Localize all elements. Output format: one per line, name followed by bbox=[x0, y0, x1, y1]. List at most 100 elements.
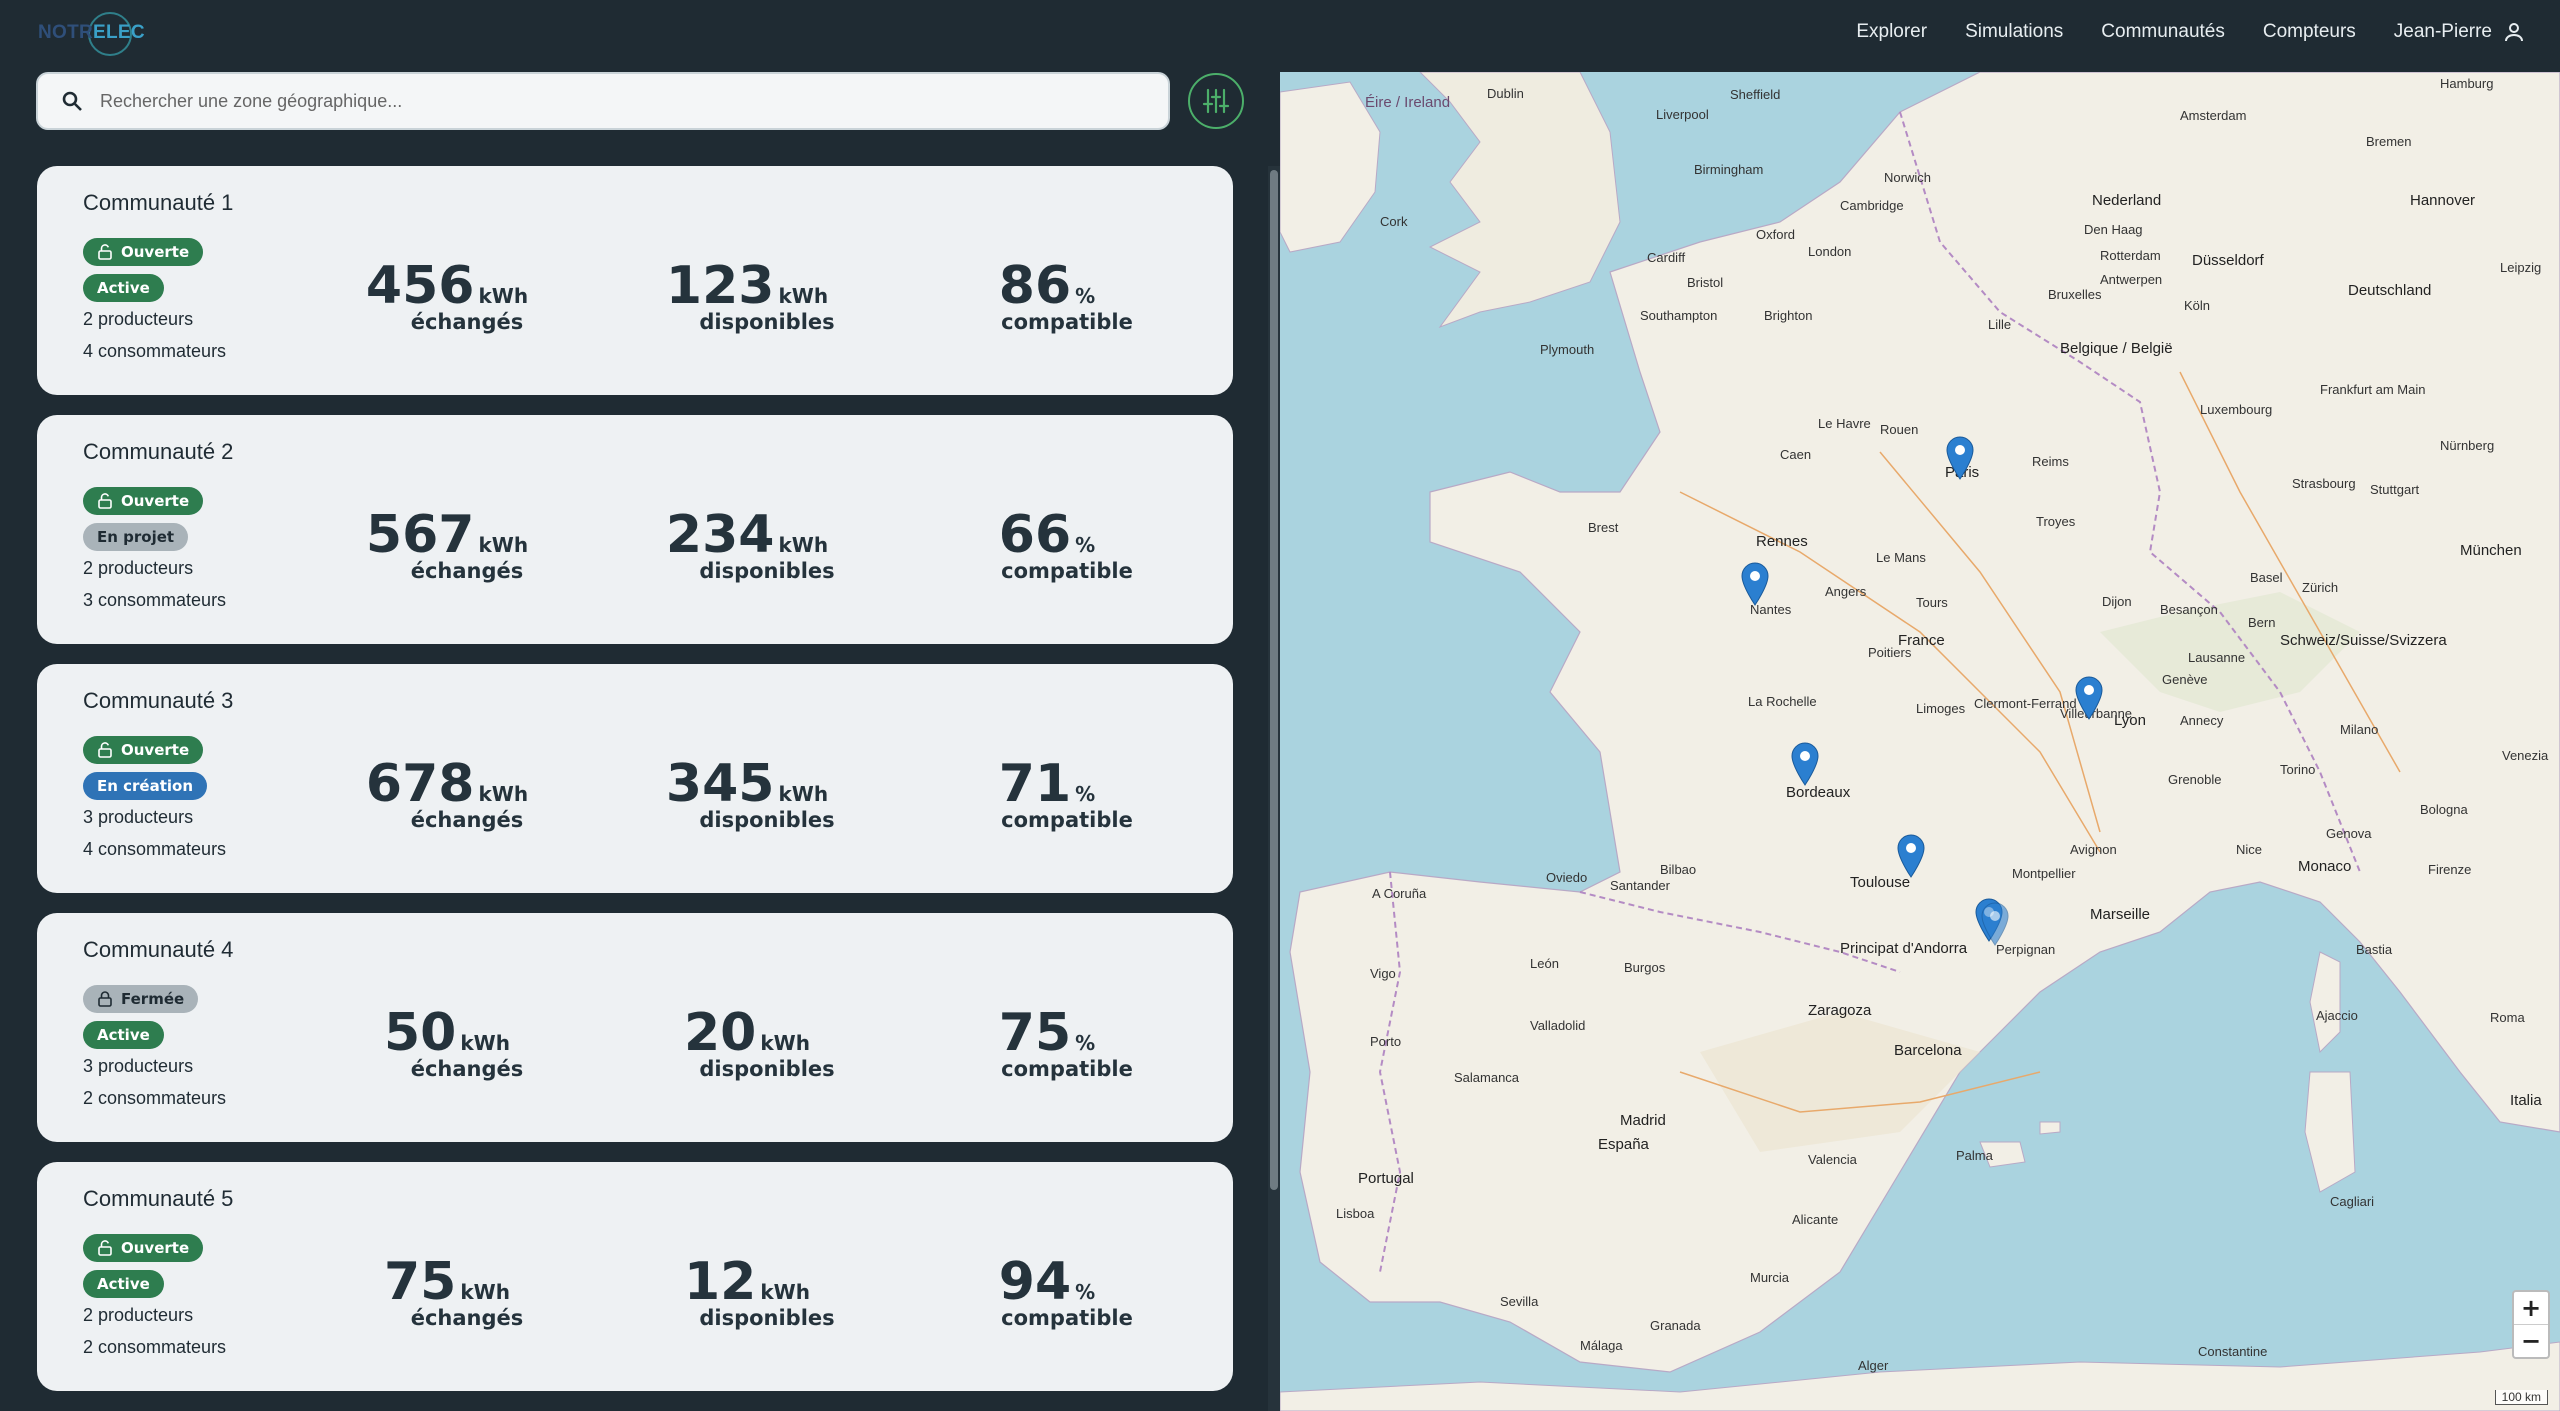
access-label: Fermée bbox=[121, 990, 185, 1008]
label-oviedo: Oviedo bbox=[1546, 870, 1588, 885]
community-card[interactable]: Communauté 3 Ouverte En création 3 produ… bbox=[37, 664, 1233, 893]
map-view[interactable]: Éire / Ireland France España Portugal Ne… bbox=[1280, 72, 2560, 1411]
label-bern: Bern bbox=[2248, 615, 2276, 630]
map-marker-shadow[interactable] bbox=[1980, 902, 2010, 946]
label-hannover: Hannover bbox=[2410, 192, 2476, 209]
user-name: Jean-Pierre bbox=[2393, 21, 2492, 42]
label-monaco: Monaco bbox=[2298, 858, 2352, 875]
label-lisboa: Lisboa bbox=[1336, 1206, 1375, 1221]
nav-communautes[interactable]: Communautés bbox=[2101, 21, 2225, 43]
nav-simulations[interactable]: Simulations bbox=[1965, 21, 2063, 43]
compatible-unit: % bbox=[1075, 1031, 1096, 1055]
logo-text-left: NOTR bbox=[38, 22, 94, 43]
label-nurnberg: Nürnberg bbox=[2440, 438, 2495, 453]
community-title: Communauté 4 bbox=[83, 937, 234, 962]
zoom-in-button[interactable]: + bbox=[2514, 1292, 2548, 1324]
label-bologna: Bologna bbox=[2420, 802, 2468, 817]
label-dijon: Dijon bbox=[2102, 594, 2132, 609]
app-logo[interactable]: NOTRELEC bbox=[38, 10, 145, 60]
label-andorra: Principat d'Andorra bbox=[1840, 940, 1968, 957]
lock-open-icon bbox=[98, 493, 112, 509]
zoom-out-button[interactable]: − bbox=[2514, 1324, 2548, 1357]
label-valladolid: Valladolid bbox=[1530, 1018, 1586, 1033]
label-alicante: Alicante bbox=[1792, 1212, 1839, 1227]
label-cork: Cork bbox=[1380, 214, 1408, 229]
label-munchen: München bbox=[2460, 542, 2522, 559]
label-bastia: Bastia bbox=[2356, 942, 2393, 957]
compatible-label: compatible bbox=[1001, 1306, 1133, 1330]
label-burgos: Burgos bbox=[1624, 960, 1666, 975]
compatible-unit: % bbox=[1075, 533, 1096, 557]
access-label: Ouverte bbox=[121, 243, 190, 261]
producers-count: 2 producteurs bbox=[83, 558, 194, 578]
community-card[interactable]: Communauté 5 Ouverte Active 2 producteur… bbox=[37, 1162, 1233, 1391]
exchanged-unit: kWh bbox=[478, 782, 529, 806]
available-label: disponibles bbox=[699, 1057, 835, 1081]
logo-text-right: ELEC bbox=[93, 22, 145, 43]
nav-compteurs[interactable]: Compteurs bbox=[2263, 21, 2356, 43]
metric-available: 123 kWh disponibles bbox=[637, 258, 857, 334]
exchanged-unit: kWh bbox=[460, 1031, 510, 1055]
available-unit: kWh bbox=[760, 1280, 810, 1304]
community-card[interactable]: Communauté 2 Ouverte En projet 2 product… bbox=[37, 415, 1233, 644]
available-label: disponibles bbox=[699, 1306, 835, 1330]
search-input[interactable] bbox=[98, 89, 1102, 113]
filter-button[interactable] bbox=[1188, 73, 1244, 129]
consumers-count: 2 consommateurs bbox=[83, 1088, 227, 1108]
map-marker-villeurbanne[interactable] bbox=[2074, 676, 2104, 720]
community-title: Communauté 5 bbox=[83, 1186, 234, 1211]
label-barcelona: Barcelona bbox=[1894, 1042, 1962, 1059]
label-norwich: Norwich bbox=[1884, 170, 1931, 185]
compatible-value: 86 bbox=[998, 256, 1072, 316]
exchanged-unit: kWh bbox=[460, 1280, 510, 1304]
list-scrollbar[interactable] bbox=[1268, 166, 1280, 1411]
community-card[interactable]: Communauté 4 Fermée Active 3 producteurs… bbox=[37, 913, 1233, 1142]
label-suisse: Schweiz/Suisse/Svizzera bbox=[2280, 632, 2447, 649]
label-alger: Alger bbox=[1858, 1358, 1889, 1373]
label-santander: Santander bbox=[1610, 878, 1670, 893]
access-badge: Ouverte bbox=[83, 736, 204, 764]
exchanged-unit: kWh bbox=[478, 284, 529, 308]
main-nav: Explorer Simulations Communautés Compteu… bbox=[1818, 20, 2526, 44]
label-bilbao: Bilbao bbox=[1660, 862, 1697, 877]
exchanged-value: 50 bbox=[384, 1003, 457, 1063]
label-portugal: Portugal bbox=[1358, 1170, 1414, 1187]
available-value: 234 bbox=[665, 505, 775, 565]
available-unit: kWh bbox=[778, 533, 829, 557]
metric-available: 12 kWh disponibles bbox=[637, 1254, 857, 1330]
label-caen: Caen bbox=[1780, 447, 1812, 462]
compatible-unit: % bbox=[1075, 782, 1096, 806]
access-label: Ouverte bbox=[121, 1239, 190, 1257]
label-avignon: Avignon bbox=[2070, 842, 2117, 857]
label-madrid: Madrid bbox=[1620, 1112, 1666, 1129]
search-icon bbox=[62, 91, 82, 111]
status-badge: Active bbox=[83, 274, 164, 302]
scrollbar-thumb[interactable] bbox=[1270, 170, 1278, 1190]
top-header: NOTRELEC Explorer Simulations Communauté… bbox=[0, 0, 2560, 70]
metric-compatible: 86% compatible bbox=[937, 258, 1157, 334]
nav-explorer[interactable]: Explorer bbox=[1856, 21, 1927, 43]
map-marker-nantes[interactable] bbox=[1740, 562, 1770, 606]
label-constantine: Constantine bbox=[2198, 1344, 2268, 1359]
map-marker-paris[interactable] bbox=[1945, 436, 1975, 480]
map-marker-toulouse[interactable] bbox=[1896, 834, 1926, 878]
map-marker-bordeaux[interactable] bbox=[1790, 742, 1820, 786]
exchanged-label: échangés bbox=[410, 1057, 524, 1081]
label-koln: Köln bbox=[2184, 298, 2211, 313]
label-marseille: Marseille bbox=[2090, 906, 2151, 923]
compatible-unit: % bbox=[1075, 1280, 1096, 1304]
label-lille: Lille bbox=[1988, 317, 2012, 332]
label-antwerpen: Antwerpen bbox=[2100, 272, 2163, 287]
compatible-value: 75 bbox=[998, 1003, 1072, 1063]
user-menu[interactable]: Jean-Pierre bbox=[2394, 20, 2526, 44]
community-card[interactable]: Communauté 1 Ouverte Active 2 producteur… bbox=[37, 166, 1233, 395]
label-nederland: Nederland bbox=[2092, 192, 2162, 209]
metric-exchanged: 678 kWh échangés bbox=[337, 756, 557, 832]
available-unit: kWh bbox=[778, 284, 829, 308]
label-annecy: Annecy bbox=[2180, 713, 2224, 728]
producers-count: 2 producteurs bbox=[83, 309, 194, 329]
community-title: Communauté 2 bbox=[83, 439, 234, 464]
label-bordeaux: Bordeaux bbox=[1786, 784, 1851, 801]
lock-open-icon bbox=[98, 742, 112, 758]
metric-exchanged: 456 kWh échangés bbox=[337, 258, 557, 334]
